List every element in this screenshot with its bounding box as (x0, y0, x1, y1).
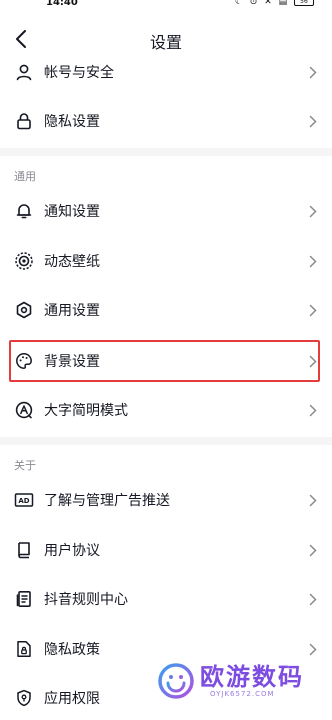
bell-icon (14, 201, 34, 221)
rules-icon (14, 589, 34, 609)
settings-item-label: 用户协议 (44, 543, 100, 559)
settings-item-label: 帐号与安全 (44, 65, 114, 81)
person-icon (14, 62, 34, 82)
section-divider (0, 148, 332, 156)
section-title-about: 关于 (14, 459, 36, 472)
settings-item-label: 隐私政策 (44, 642, 100, 658)
chevron-right-icon (308, 65, 318, 79)
settings-item-label: 隐私设置 (44, 114, 100, 130)
status-time: 14:40 (46, 0, 78, 8)
privacy-policy-icon (14, 639, 34, 659)
settings-item-label: 背景设置 (44, 354, 100, 370)
settings-item-ad-management[interactable]: AD 了解与管理广告推送 (0, 478, 332, 522)
lock-icon (14, 111, 34, 131)
dynamic-wallpaper-icon (14, 251, 34, 271)
chevron-right-icon (308, 114, 318, 128)
status-bar: 14:40 ☾ ⊙ ✕ ▤ 56 (0, 0, 332, 14)
chevron-right-icon (308, 403, 318, 417)
large-text-icon (14, 400, 34, 420)
settings-item-label: 通知设置 (44, 204, 100, 220)
status-icons: ☾ ⊙ ✕ ▤ 56 (235, 0, 314, 7)
chevron-right-icon (308, 592, 318, 606)
section-divider (0, 437, 332, 445)
battery-icon: 56 (294, 0, 314, 6)
settings-item-label: 抖音规则中心 (44, 592, 128, 608)
shield-icon (14, 688, 34, 708)
gear-icon (14, 300, 34, 320)
svg-text:AD: AD (18, 497, 29, 505)
watermark-main-text: 欧游数码 (200, 663, 304, 691)
settings-item-label: 大字简明模式 (44, 403, 128, 419)
watermark-logo-icon (158, 663, 194, 699)
ad-icon: AD (14, 490, 34, 510)
chevron-right-icon (308, 303, 318, 317)
settings-item-user-agreement[interactable]: 用户协议 (0, 528, 332, 572)
chevron-right-icon (308, 354, 318, 368)
settings-item-label: 动态壁纸 (44, 254, 100, 270)
settings-item-label: 了解与管理广告推送 (44, 493, 170, 509)
settings-item-account-security[interactable]: 帐号与安全 (0, 50, 332, 94)
settings-item-background-settings[interactable]: 背景设置 (0, 339, 332, 383)
settings-item-rules-center[interactable]: 抖音规则中心 (0, 577, 332, 621)
watermark: 欧游数码 OYJK6572.COM (156, 655, 328, 707)
settings-item-privacy-settings[interactable]: 隐私设置 (0, 99, 332, 143)
watermark-sub-text: OYJK6572.COM (210, 690, 275, 698)
settings-item-large-text-mode[interactable]: 大字简明模式 (0, 388, 332, 432)
settings-item-label: 应用权限 (44, 691, 100, 707)
chevron-right-icon (308, 493, 318, 507)
chevron-right-icon (308, 254, 318, 268)
palette-icon (14, 351, 34, 371)
chevron-right-icon (308, 642, 318, 656)
chevron-right-icon (308, 543, 318, 557)
settings-item-dynamic-wallpaper[interactable]: 动态壁纸 (0, 239, 332, 283)
settings-item-general-settings[interactable]: 通用设置 (0, 288, 332, 332)
status-icon-glyphs: ☾ ⊙ ✕ ▤ (234, 0, 290, 7)
book-icon (14, 540, 34, 560)
watermark-text: 欧游数码 OYJK6572.COM (200, 664, 304, 698)
chevron-right-icon (308, 204, 318, 218)
settings-item-notifications[interactable]: 通知设置 (0, 189, 332, 233)
section-title-general: 通用 (14, 170, 36, 183)
settings-item-label: 通用设置 (44, 303, 100, 319)
